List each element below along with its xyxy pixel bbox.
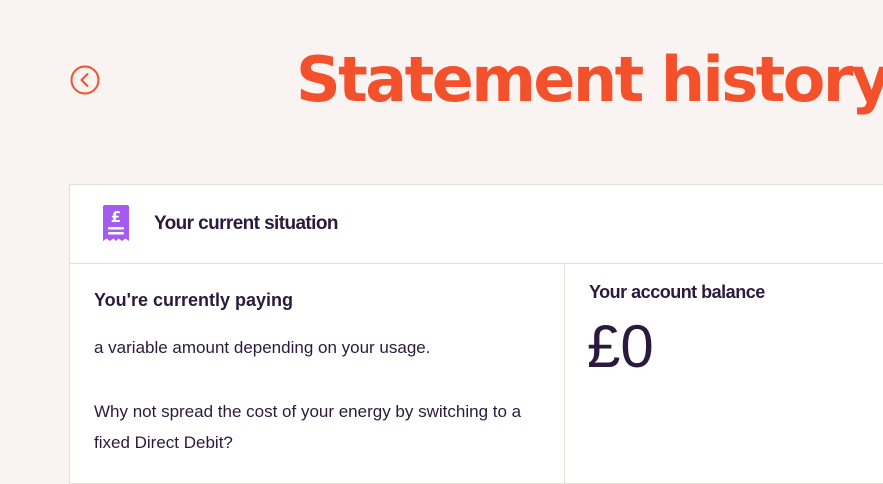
paying-description: a variable amount depending on your usag… <box>94 338 431 357</box>
card-header: £ Your current situation <box>70 185 883 264</box>
paying-heading: You're currently paying <box>94 290 293 310</box>
card-body: You're currently paying a variable amoun… <box>70 264 883 484</box>
balance-label: Your account balance <box>589 282 765 302</box>
direct-debit-promo: Why not spread the cost of your energy b… <box>94 402 522 452</box>
card-title: Your current situation <box>154 213 338 234</box>
page-title: Statement history <box>296 43 883 116</box>
balance-value: £0 <box>587 313 654 380</box>
current-situation-card: £ Your current situation You're currentl… <box>69 184 883 484</box>
receipt-pound-icon: £ <box>103 205 129 241</box>
chevron-left-circle-icon <box>70 65 100 95</box>
account-balance-section: Your account balance £0 <box>565 264 883 484</box>
svg-text:£: £ <box>111 208 121 226</box>
payment-info-section: You're currently paying a variable amoun… <box>70 264 565 484</box>
back-button[interactable] <box>70 65 100 95</box>
